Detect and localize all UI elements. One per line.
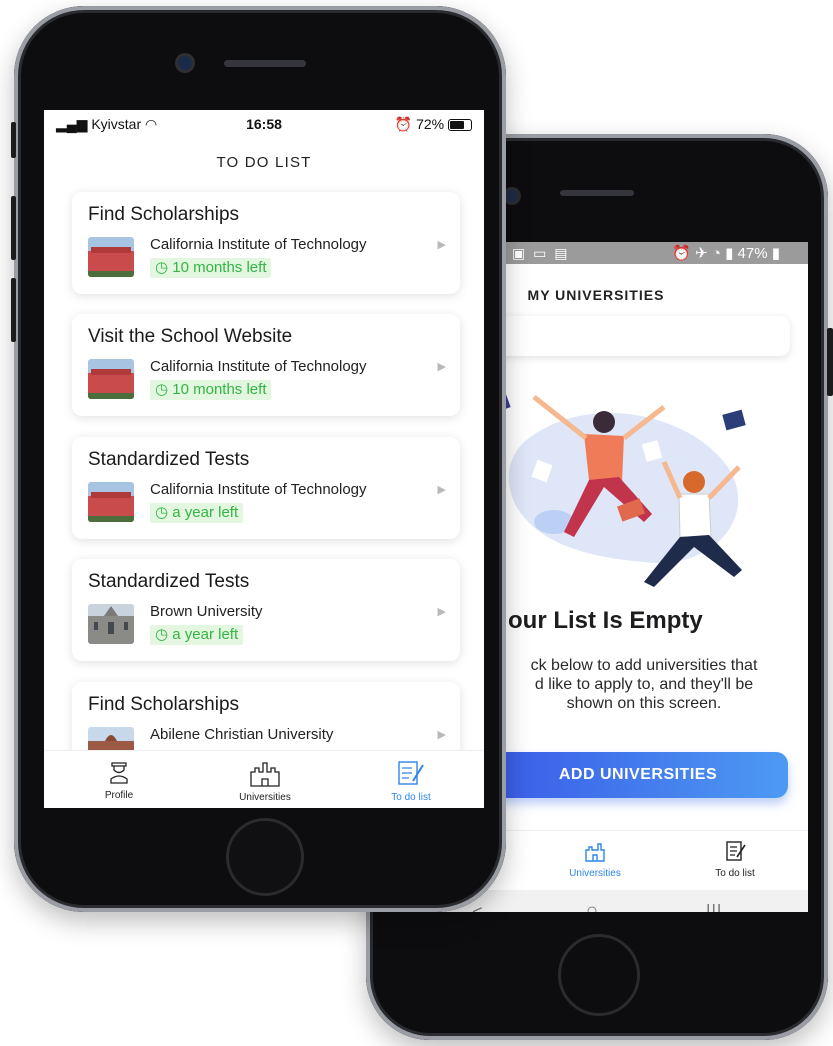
university-thumbnail: [88, 237, 134, 277]
signal-icons: ⏰ ✈ ◔ ▮: [672, 245, 738, 262]
deadline-badge: ◷ 10 months left: [150, 380, 272, 400]
chevron-right-icon: ▶: [437, 361, 446, 373]
deadline-badge: ◷ 10 months left: [150, 258, 272, 278]
graduate-icon: [110, 762, 128, 784]
university-name: California Institute of Technology: [150, 236, 367, 253]
tab-label: To do list: [391, 792, 431, 803]
iphone: ▂▄▆ Kyivstar ◠ 16:58 ⏰ 72% TO DO LIST Fi…: [11, 6, 506, 912]
tab-label: Profile: [104, 790, 134, 801]
todo-card[interactable]: Standardized Tests California Institute …: [72, 437, 460, 539]
man-figure: [683, 471, 705, 493]
power-button[interactable]: [827, 328, 833, 396]
todo-title: Visit the School Website: [88, 326, 293, 347]
volume-down-button[interactable]: [11, 278, 16, 342]
volume-up-button[interactable]: [11, 196, 16, 260]
tab-todo[interactable]: To do list: [356, 759, 466, 803]
tab-universities[interactable]: Universities: [540, 839, 650, 879]
add-universities-button[interactable]: ADD UNIVERSITIES: [488, 752, 788, 798]
page-title: TO DO LIST: [216, 154, 312, 171]
university-name: California Institute of Technology: [150, 481, 367, 498]
chevron-right-icon: ▶: [437, 484, 446, 496]
tab-label: Universities: [239, 792, 291, 803]
home-button[interactable]: [226, 818, 304, 896]
recents-nav-button[interactable]: III: [706, 902, 722, 912]
deadline-badge: ◷ a year left: [150, 503, 244, 523]
clock-icon: ◷: [155, 626, 173, 643]
empty-state-description: ck below to add universities that d like…: [530, 657, 758, 712]
university-name: Abilene Christian University: [150, 726, 334, 743]
notification-icons: ▣ ▭ ▤: [512, 245, 570, 261]
bottom-tab-bar: Profile Universities To do list: [44, 750, 484, 808]
back-nav-button[interactable]: <: [472, 902, 483, 912]
empty-state-illustration: [494, 390, 746, 587]
clock-icon: ◷: [155, 504, 173, 521]
tab-todo[interactable]: To do list: [680, 839, 790, 879]
battery-percent: 72%: [416, 116, 445, 132]
woman-figure: [593, 411, 615, 433]
tab-label: To do list: [715, 868, 755, 879]
university-thumbnail: [88, 482, 134, 522]
status-bar: ▂▄▆ Kyivstar ◠ 16:58 ⏰ 72%: [44, 110, 484, 136]
todo-card[interactable]: Standardized Tests Brown University ◷ a …: [72, 559, 460, 661]
castle-icon: [585, 843, 605, 862]
castle-icon: [250, 762, 280, 787]
todo-card[interactable]: Visit the School Website California Inst…: [72, 314, 460, 416]
checklist-icon: [398, 761, 424, 785]
todo-title: Standardized Tests: [88, 571, 250, 592]
todo-title: Find Scholarships: [88, 204, 240, 225]
home-button[interactable]: [558, 934, 640, 1016]
mute-switch[interactable]: [11, 122, 16, 158]
university-thumbnail: [88, 359, 134, 399]
tab-label: Universities: [569, 868, 621, 879]
chevron-right-icon: ▶: [437, 606, 446, 618]
battery-percent: 47%: [737, 245, 768, 262]
clock-icon: ◷: [155, 259, 173, 276]
checklist-icon: [726, 841, 746, 861]
front-camera: [178, 56, 192, 70]
earpiece: [224, 60, 306, 67]
book-icon: [722, 409, 746, 431]
alarm-icon: ⏰: [394, 116, 417, 132]
todo-card[interactable]: Find Scholarships California Institute o…: [72, 192, 460, 294]
chevron-right-icon: ▶: [437, 239, 446, 251]
tab-universities[interactable]: Universities: [210, 759, 320, 803]
todo-title: Standardized Tests: [88, 449, 250, 470]
university-name: California Institute of Technology: [150, 358, 367, 375]
chevron-right-icon: ▶: [437, 729, 446, 741]
university-name: Brown University: [150, 603, 263, 620]
todo-title: Find Scholarships: [88, 694, 240, 715]
empty-state-title: our List Is Empty: [508, 607, 703, 634]
clock-icon: ◷: [155, 381, 173, 398]
university-thumbnail: [88, 604, 134, 644]
earpiece: [560, 190, 634, 196]
ios-screen: ▂▄▆ Kyivstar ◠ 16:58 ⏰ 72% TO DO LIST Fi…: [44, 110, 484, 808]
search-input[interactable]: [494, 316, 790, 356]
tab-profile[interactable]: Profile: [64, 759, 174, 801]
front-camera: [506, 190, 518, 202]
home-nav-button[interactable]: ○: [586, 900, 598, 912]
battery-icon: [448, 119, 472, 132]
deadline-badge: ◷ a year left: [150, 625, 244, 645]
